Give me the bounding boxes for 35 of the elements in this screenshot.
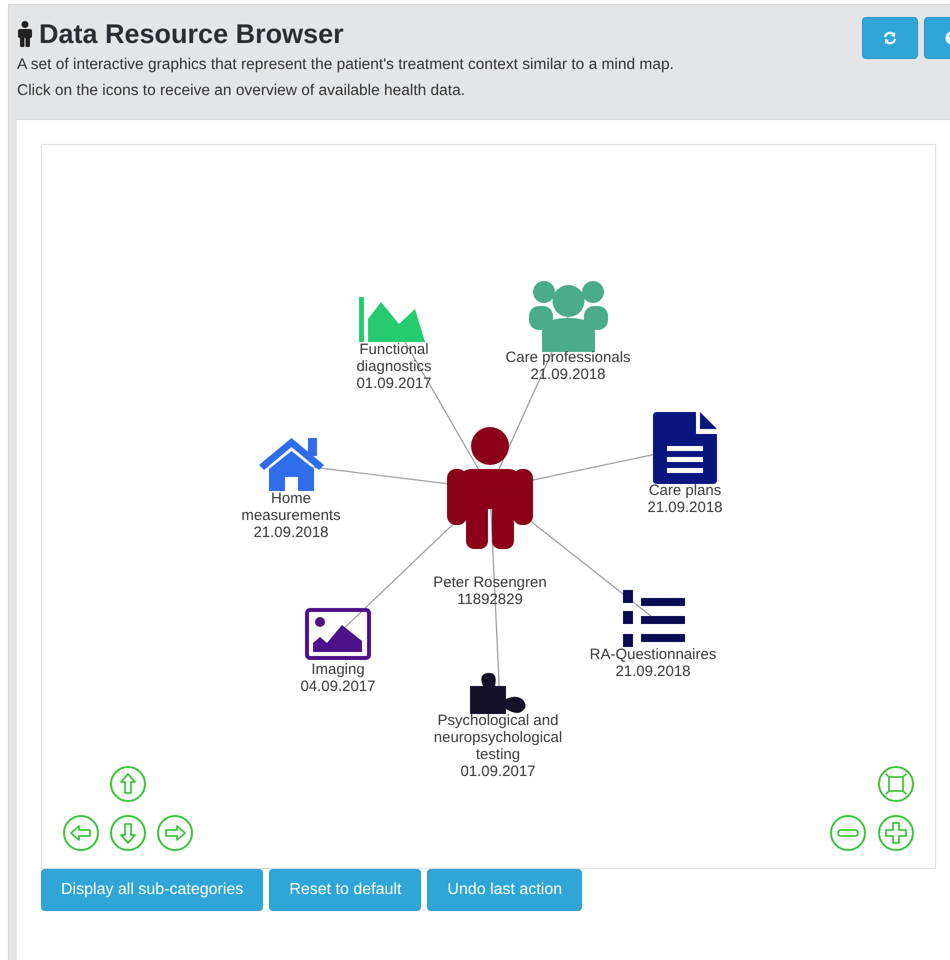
refresh-icon xyxy=(883,31,897,45)
zoom-in-button[interactable] xyxy=(877,814,915,852)
area-chart-icon[interactable] xyxy=(359,297,425,342)
node-label: Functional diagnostics 01.09.2017 xyxy=(356,341,432,392)
fit-view-button[interactable] xyxy=(877,765,915,803)
description-text: A set of interactive graphics that represent the patient's treatment context similar to a mind map. xyxy=(17,55,674,75)
puzzle-piece-icon[interactable] xyxy=(470,672,526,714)
node-label: Care professionals 21.09.2018 xyxy=(505,349,631,383)
house-icon[interactable] xyxy=(259,438,324,491)
action-button[interactable]: Display all sub-categories xyxy=(41,869,264,911)
image-icon[interactable] xyxy=(307,610,369,658)
pan-down-button[interactable] xyxy=(109,814,147,852)
users-icon[interactable] xyxy=(529,281,608,352)
person-icon[interactable] xyxy=(447,427,533,549)
pan-up-button[interactable] xyxy=(109,765,147,803)
document-icon[interactable] xyxy=(653,412,717,484)
node-label: Psychological and neuropsychological testing 01.09.2017 xyxy=(434,712,562,780)
node-label: Care plans 21.09.2018 xyxy=(647,482,723,516)
pan-right-button[interactable] xyxy=(156,814,194,852)
numbered-list-icon[interactable] xyxy=(623,590,685,647)
page-title: Data Resource Browser xyxy=(39,18,344,51)
zoom-out-button[interactable] xyxy=(829,814,867,852)
refresh-button[interactable] xyxy=(862,17,918,59)
node-label: Home measurements 21.09.2018 xyxy=(241,490,341,541)
plus-icon xyxy=(877,814,915,852)
node-label: Imaging 04.09.2017 xyxy=(300,661,376,695)
action-button[interactable]: Undo last action xyxy=(427,869,582,911)
action-button[interactable]: Reset to default xyxy=(269,869,422,911)
pan-left-button[interactable] xyxy=(62,814,100,852)
node-label: RA-Questionnaires 21.09.2018 xyxy=(590,646,716,680)
person-icon xyxy=(17,21,33,47)
minus-icon xyxy=(829,814,867,852)
description-text: Click on the icons to receive an overview of available health data. xyxy=(17,81,466,101)
patient-label: Peter Rosengren 11892829 xyxy=(433,574,547,608)
fit-view-icon xyxy=(877,765,915,803)
